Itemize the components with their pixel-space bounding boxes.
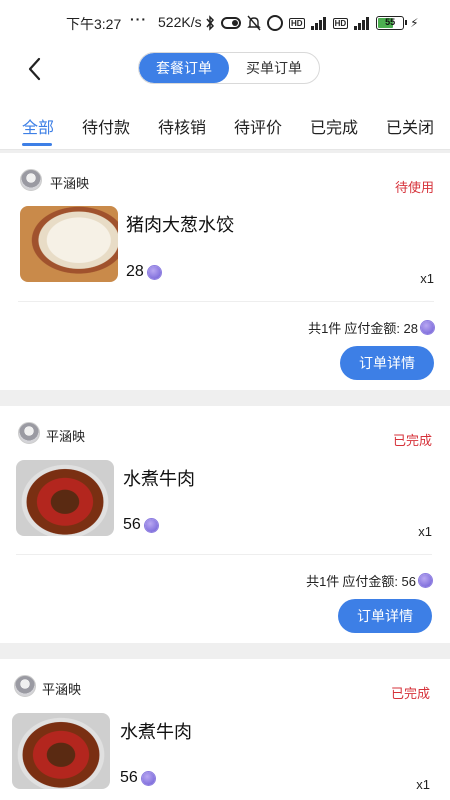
battery-level: 55 — [385, 17, 396, 27]
tab-closed[interactable]: 已关闭 — [386, 114, 434, 138]
order-detail-button[interactable]: 订单详情 — [338, 599, 432, 633]
coin-icon — [421, 321, 434, 334]
order-type-switch: 套餐订单 买单订单 — [138, 52, 320, 84]
header: 套餐订单 买单订单 — [0, 44, 450, 100]
order-card[interactable]: 平涵映 已完成 水煮牛肉 56 x1 共1件 应付金额: 56 订单详情 — [0, 406, 450, 643]
price-value: 56 — [120, 769, 138, 786]
order-card[interactable]: 平涵映 待使用 猪肉大葱水饺 28 x1 共1件 应付金额: 28 订单详情 — [0, 153, 450, 390]
order-summary: 共1件 应付金额: 56 — [306, 571, 432, 590]
status-badge: 待使用 — [394, 180, 434, 195]
hd-icon: HD — [289, 17, 305, 29]
price-value: 56 — [123, 516, 141, 533]
back-button[interactable] — [22, 54, 52, 84]
signal-icon — [310, 16, 327, 30]
hd-icon-2: HD — [332, 17, 349, 29]
food-image — [16, 460, 114, 536]
coin-icon — [144, 518, 158, 532]
signal-icon-2 — [354, 16, 370, 30]
bluetooth-icon — [205, 15, 215, 31]
status-bar: 下午3:27 ··· 522K/s HD HD 55 ⚡ — [0, 0, 450, 44]
item-quantity: x1 — [416, 777, 430, 792]
coin-icon — [141, 771, 155, 785]
segment-package-orders[interactable]: 套餐订单 — [139, 53, 229, 83]
toggle-icon — [221, 17, 241, 29]
item-quantity: x1 — [418, 524, 432, 539]
shop-name: 平涵映 — [46, 429, 86, 444]
summary-count: 共1件 — [308, 321, 342, 336]
alarm-icon — [267, 15, 283, 31]
bell-muted-icon — [247, 15, 261, 31]
active-tab-indicator — [22, 143, 52, 146]
item-title: 猪肉大葱水饺 — [126, 215, 234, 235]
food-image — [12, 713, 110, 789]
network-speed: 522K/s — [158, 14, 202, 30]
summary-amount: 应付金额: 28 — [344, 321, 418, 336]
summary-amount: 应付金额: 56 — [342, 574, 416, 589]
shop-name: 平涵映 — [50, 176, 90, 191]
divider — [16, 554, 432, 555]
chevron-left-icon — [22, 57, 52, 88]
charging-icon: ⚡ — [410, 16, 419, 30]
status-tabs: 全部 待付款 待核销 待评价 已完成 已关闭 — [0, 100, 450, 150]
order-detail-button[interactable]: 订单详情 — [340, 346, 434, 380]
item-quantity: x1 — [420, 271, 434, 286]
avatar — [14, 675, 36, 697]
tab-completed[interactable]: 已完成 — [310, 114, 358, 138]
item-price: 56 — [123, 516, 158, 534]
status-time: 下午3:27 — [66, 16, 122, 32]
divider — [18, 301, 434, 302]
item-price: 56 — [120, 769, 155, 787]
coin-icon — [419, 574, 432, 587]
status-icons: HD HD 55 ⚡ — [205, 13, 419, 33]
order-card[interactable]: 平涵映 已完成 水煮牛肉 56 x1 — [0, 659, 450, 800]
tab-pending-review[interactable]: 待评价 — [234, 114, 282, 138]
segment-pay-orders[interactable]: 买单订单 — [229, 53, 319, 83]
order-summary: 共1件 应付金额: 28 — [308, 318, 434, 337]
item-title: 水煮牛肉 — [120, 722, 192, 742]
coin-icon — [147, 265, 161, 279]
item-price: 28 — [126, 263, 161, 281]
battery-icon: 55 — [376, 16, 408, 30]
food-image — [20, 206, 118, 282]
item-title: 水煮牛肉 — [123, 469, 195, 489]
status-badge: 已完成 — [390, 686, 430, 701]
avatar — [20, 169, 42, 191]
tab-pending-payment[interactable]: 待付款 — [82, 114, 130, 138]
tab-all[interactable]: 全部 — [22, 114, 54, 138]
avatar — [18, 422, 40, 444]
status-dots: ··· — [130, 11, 147, 27]
summary-count: 共1件 — [306, 574, 340, 589]
status-badge: 已完成 — [392, 433, 432, 448]
shop-name: 平涵映 — [42, 682, 82, 697]
price-value: 28 — [126, 263, 144, 280]
tab-pending-redeem[interactable]: 待核销 — [158, 114, 206, 138]
